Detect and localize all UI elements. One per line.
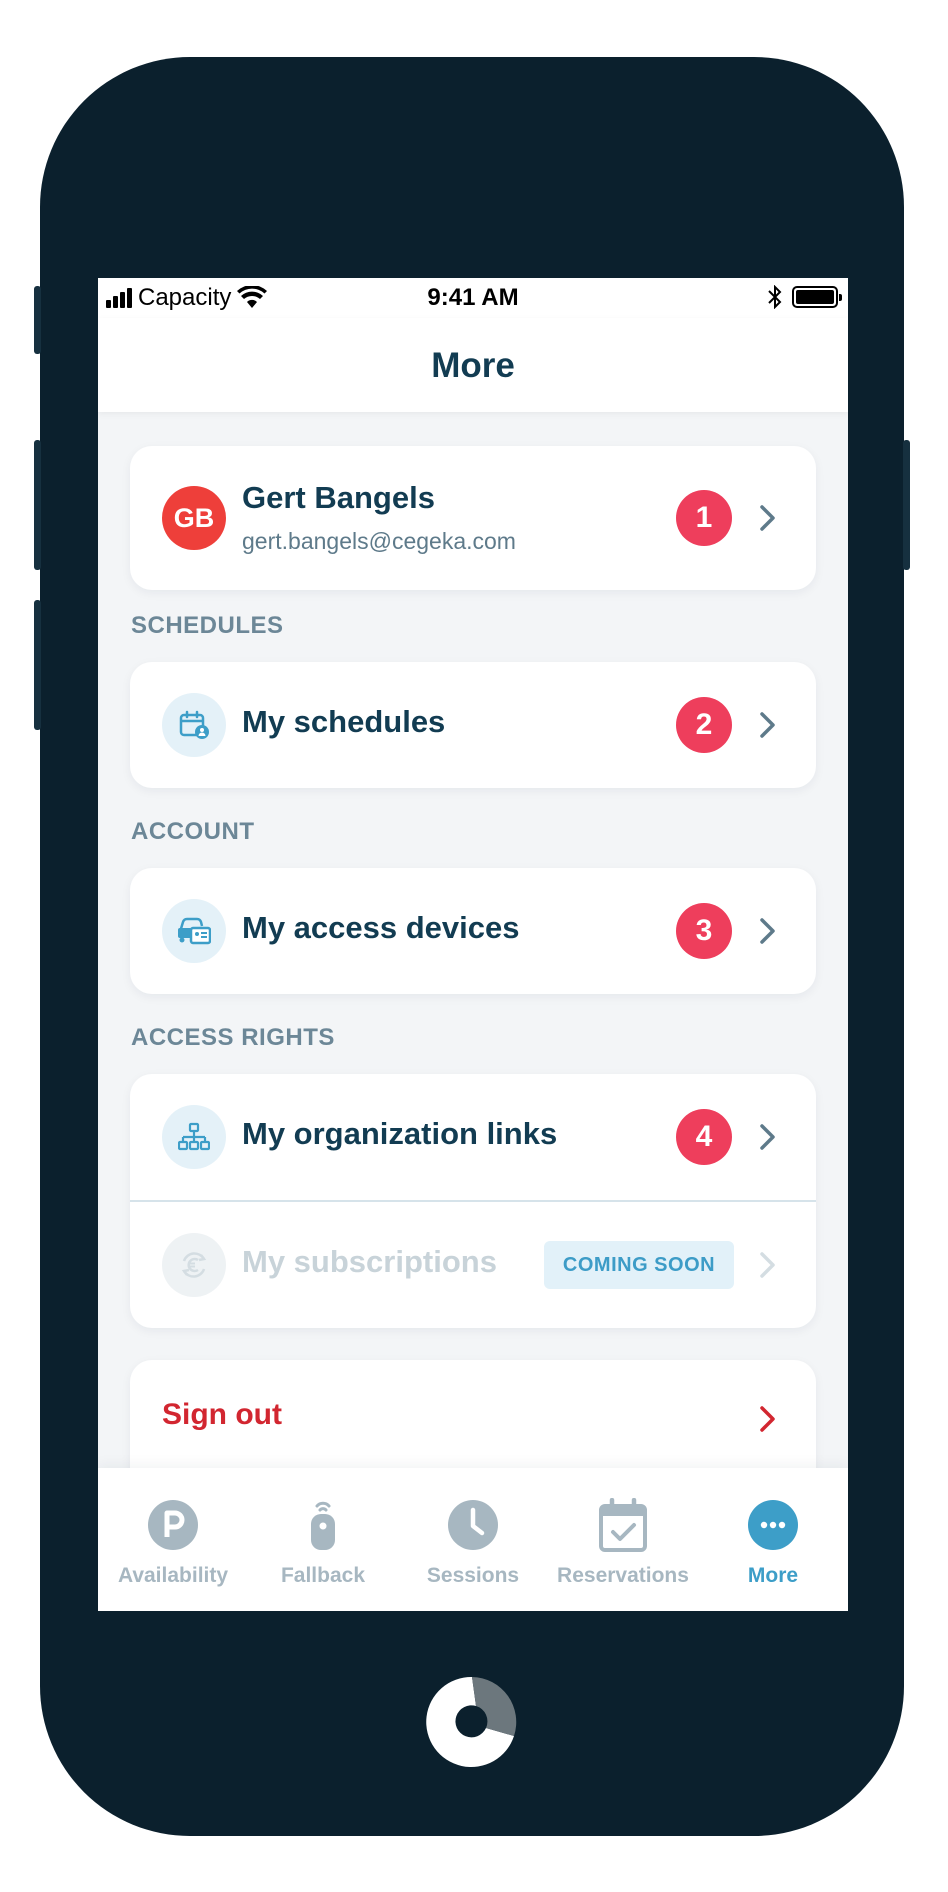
my-access-devices-item[interactable]: My access devices 3 — [130, 868, 816, 994]
tab-bar: Availability Fallback Sessions Reservati… — [98, 1468, 848, 1611]
chevron-right-icon — [760, 1252, 775, 1278]
tab-label: Sessions — [426, 1564, 520, 1587]
chevron-right-icon — [760, 712, 775, 738]
notification-badge: 3 — [676, 903, 732, 959]
car-card-icon — [162, 899, 226, 963]
page-title: More — [431, 346, 515, 385]
profile-name: Gert Bangels — [242, 480, 435, 515]
tab-more[interactable]: More — [698, 1468, 848, 1611]
status-right — [768, 285, 842, 309]
tab-sessions[interactable]: Sessions — [398, 1468, 548, 1611]
section-label-account: ACCOUNT — [131, 818, 255, 845]
item-label: My organization links — [242, 1116, 558, 1151]
parking-icon — [148, 1500, 198, 1550]
volume-up-button — [34, 440, 41, 570]
chevron-right-icon — [760, 918, 775, 944]
item-label: My access devices — [242, 910, 520, 945]
battery-icon — [792, 286, 842, 308]
tab-label: Fallback — [280, 1564, 366, 1587]
volume-down-button — [34, 600, 41, 730]
calendar-check-icon — [599, 1498, 647, 1552]
section-label-access-rights: ACCESS RIGHTS — [131, 1024, 335, 1051]
tab-label: Reservations — [557, 1564, 689, 1587]
profile-card[interactable]: GB Gert Bangels gert.bangels@cegeka.com … — [130, 446, 816, 590]
home-button-logo-icon[interactable] — [424, 1674, 520, 1770]
tab-label: Availability — [117, 1564, 229, 1587]
access-rights-card: My organization links 4 My subscriptions… — [130, 1074, 816, 1328]
chevron-right-icon — [760, 1124, 775, 1150]
notification-badge: 2 — [676, 697, 732, 753]
nav-bar: More — [98, 318, 848, 412]
calendar-user-icon — [162, 693, 226, 757]
tab-label: More — [747, 1564, 799, 1587]
tab-reservations[interactable]: Reservations — [548, 1468, 698, 1611]
euro-refresh-icon — [162, 1233, 226, 1297]
avatar: GB — [162, 486, 226, 550]
power-button — [903, 440, 910, 570]
bluetooth-icon — [768, 285, 782, 309]
phone-screen: Capacity 9:41 AM More GB Gert Bangels ge… — [98, 278, 848, 1611]
notification-badge: 4 — [676, 1109, 732, 1165]
chevron-right-icon — [760, 1406, 775, 1432]
tab-fallback[interactable]: Fallback — [248, 1468, 398, 1611]
my-schedules-item[interactable]: My schedules 2 — [130, 662, 816, 788]
clock-icon — [448, 1500, 498, 1550]
more-dots-icon — [748, 1500, 798, 1550]
my-subscriptions-item: My subscriptions COMING SOON — [130, 1202, 816, 1328]
status-bar: Capacity 9:41 AM — [98, 278, 848, 318]
remote-icon — [311, 1501, 335, 1550]
item-label: My schedules — [242, 704, 446, 739]
org-chart-icon — [162, 1105, 226, 1169]
notification-badge: 1 — [676, 490, 732, 546]
item-label: My subscriptions — [242, 1244, 497, 1279]
coming-soon-tag: COMING SOON — [544, 1241, 734, 1289]
my-organization-links-item[interactable]: My organization links 4 — [130, 1074, 816, 1200]
sign-out-label: Sign out — [162, 1398, 282, 1431]
chevron-right-icon — [760, 505, 775, 531]
more-list[interactable]: GB Gert Bangels gert.bangels@cegeka.com … — [98, 412, 848, 1520]
clock: 9:41 AM — [427, 284, 519, 311]
mute-switch — [34, 286, 41, 354]
tab-availability[interactable]: Availability — [98, 1468, 248, 1611]
section-label-schedules: SCHEDULES — [131, 612, 284, 639]
profile-email: gert.bangels@cegeka.com — [242, 528, 516, 554]
